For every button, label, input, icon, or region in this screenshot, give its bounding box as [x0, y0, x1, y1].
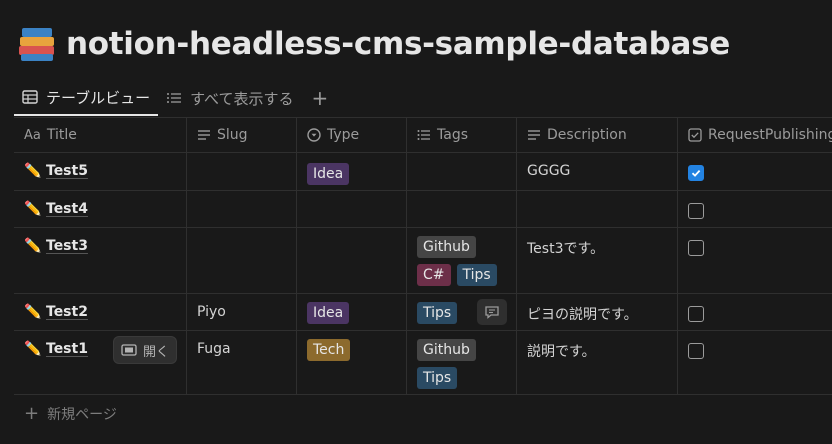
column-header-description[interactable]: Description: [517, 118, 678, 152]
title-cell[interactable]: ✏️ Test3: [14, 228, 187, 293]
pencil-icon: ✏️: [24, 201, 42, 217]
title-cell[interactable]: ✏️ Test4: [14, 191, 187, 227]
add-view-button[interactable]: +: [301, 88, 338, 108]
tab-table-view[interactable]: テーブルビュー: [14, 80, 159, 116]
open-panel-icon: [121, 344, 137, 356]
tag-github: Github: [417, 236, 476, 258]
slug-cell[interactable]: [187, 191, 297, 227]
request-publishing-checkbox[interactable]: [688, 165, 704, 181]
type-tag: Idea: [307, 302, 350, 324]
pencil-icon: ✏️: [24, 163, 42, 179]
text-icon: [198, 130, 210, 140]
page-header: notion-headless-cms-sample-database: [18, 22, 730, 66]
comment-icon: [485, 306, 499, 319]
title-cell[interactable]: ✏️ Test2: [14, 294, 187, 330]
tag-csharp: C#: [417, 264, 451, 286]
select-icon: [307, 128, 321, 142]
database-table: Aa Title Slug Type Tags Description Requ…: [14, 117, 832, 433]
request-publishing-cell: [678, 153, 832, 190]
multi-select-icon: [417, 130, 430, 140]
request-publishing-cell: [678, 294, 832, 330]
title-cell[interactable]: ✏️ Test5: [14, 153, 187, 190]
description-cell[interactable]: [517, 191, 678, 227]
comment-button[interactable]: [477, 299, 507, 325]
request-publishing-cell: [678, 191, 832, 227]
request-publishing-checkbox[interactable]: [688, 306, 704, 322]
tags-cell[interactable]: Github C# Tips: [407, 228, 517, 293]
slug-cell[interactable]: Piyo: [187, 294, 297, 330]
tab-show-all[interactable]: すべて表示する: [158, 80, 301, 116]
tag-tips: Tips: [417, 302, 458, 324]
check-icon: [691, 169, 701, 177]
type-tag: Idea: [307, 163, 350, 185]
table-header: Aa Title Slug Type Tags Description Requ…: [14, 117, 832, 153]
table-row[interactable]: ✏️ Test4: [14, 191, 832, 228]
column-header-slug[interactable]: Slug: [187, 118, 297, 152]
tab-label: テーブルビュー: [46, 88, 151, 107]
request-publishing-cell: [678, 228, 832, 293]
slug-cell[interactable]: [187, 228, 297, 293]
pencil-icon: ✏️: [24, 238, 42, 254]
pencil-icon: ✏️: [24, 341, 42, 357]
column-header-tags[interactable]: Tags: [407, 118, 517, 152]
type-cell[interactable]: [297, 228, 407, 293]
text-icon: [528, 130, 540, 140]
tag-github: Github: [417, 339, 476, 361]
books-icon[interactable]: [18, 25, 56, 63]
tags-cell[interactable]: [407, 191, 517, 227]
table-row[interactable]: ✏️ Test2 Piyo Idea Tips ピヨの説明です。: [14, 294, 832, 331]
plus-icon: +: [24, 403, 40, 424]
description-cell[interactable]: Test3です。: [517, 228, 678, 293]
slug-cell[interactable]: Fuga: [187, 331, 297, 394]
slug-cell[interactable]: [187, 153, 297, 190]
type-cell[interactable]: [297, 191, 407, 227]
tag-tips: Tips: [456, 264, 497, 286]
request-publishing-checkbox[interactable]: [688, 343, 704, 359]
tags-cell[interactable]: Tips: [407, 294, 517, 330]
tab-label: すべて表示する: [190, 89, 294, 108]
title-cell[interactable]: ✏️ Test1 開く: [14, 331, 187, 394]
tag-tips: Tips: [417, 367, 458, 389]
request-publishing-checkbox[interactable]: [688, 203, 704, 219]
tags-cell[interactable]: Github Tips: [407, 331, 517, 394]
type-tag: Tech: [307, 339, 351, 361]
type-cell[interactable]: Idea: [297, 153, 407, 190]
table-row[interactable]: ✏️ Test1 開く Fuga Tech Github Tips 説明です。: [14, 331, 832, 395]
checkbox-icon: [688, 128, 702, 142]
description-cell[interactable]: ピヨの説明です。: [517, 294, 678, 330]
description-cell[interactable]: GGGG: [517, 153, 678, 190]
new-page-button[interactable]: + 新規ページ: [14, 395, 832, 433]
list-icon: [167, 93, 182, 103]
view-tabs: テーブルビュー すべて表示する +: [14, 80, 338, 116]
title-type-icon: Aa: [24, 127, 41, 143]
column-header-request-publishing[interactable]: RequestPublishing: [678, 118, 832, 152]
request-publishing-cell: [678, 331, 832, 394]
table-icon: [22, 90, 38, 104]
tags-cell[interactable]: [407, 153, 517, 190]
open-page-button[interactable]: 開く: [114, 337, 177, 363]
table-row[interactable]: ✏️ Test3 Github C# Tips Test3です。: [14, 228, 832, 294]
page-title[interactable]: notion-headless-cms-sample-database: [66, 26, 730, 62]
column-header-type[interactable]: Type: [297, 118, 407, 152]
pencil-icon: ✏️: [24, 304, 42, 320]
description-cell[interactable]: 説明です。: [517, 331, 678, 394]
request-publishing-checkbox[interactable]: [688, 240, 704, 256]
type-cell[interactable]: Tech: [297, 331, 407, 394]
type-cell[interactable]: Idea: [297, 294, 407, 330]
table-row[interactable]: ✏️ Test5 Idea GGGG: [14, 153, 832, 191]
column-header-title[interactable]: Aa Title: [14, 118, 187, 152]
